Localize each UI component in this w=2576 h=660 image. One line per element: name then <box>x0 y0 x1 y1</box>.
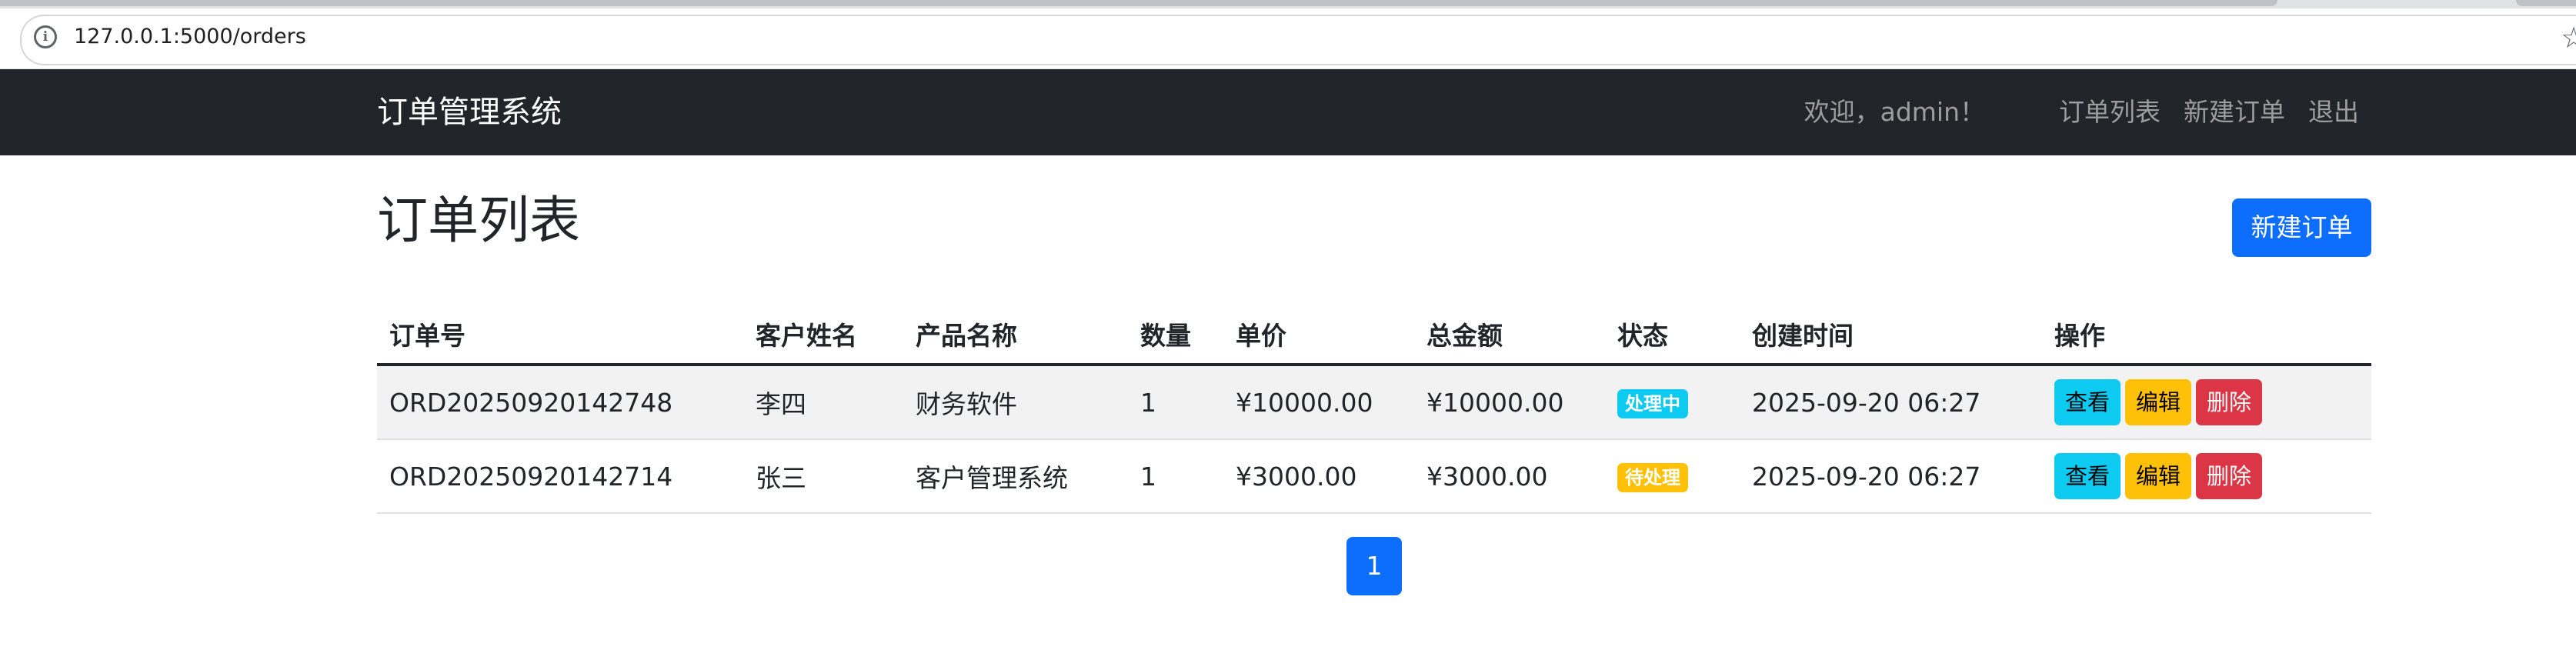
top-navbar: 订单管理系统 欢迎，admin！ 订单列表 新建订单 退出 <box>0 69 2576 155</box>
cell-quantity: 1 <box>1128 439 1223 514</box>
header-product: 产品名称 <box>903 305 1128 366</box>
cell-unit-price: ¥3000.00 <box>1223 439 1414 514</box>
edit-button[interactable]: 编辑 <box>2125 453 2192 499</box>
cell-order-no: ORD20250920142748 <box>377 365 743 440</box>
info-icon[interactable]: i <box>34 25 57 48</box>
browser-address-bar: i 127.0.0.1:5000/orders ☆ <box>0 8 2576 69</box>
nav-link-order-list[interactable]: 订单列表 <box>2059 94 2161 131</box>
header-quantity: 数量 <box>1128 305 1223 366</box>
delete-button[interactable]: 删除 <box>2196 379 2263 425</box>
header-actions: 操作 <box>2042 305 2371 366</box>
page-title: 订单列表 <box>377 191 580 250</box>
browser-tab-strip <box>0 0 2576 8</box>
orders-table: 订单号 客户姓名 产品名称 数量 单价 总金额 状态 创建时间 操作 ORD20… <box>377 305 2371 514</box>
cell-customer: 李四 <box>743 365 903 440</box>
tab-strip-bar <box>0 0 2277 6</box>
table-header-row: 订单号 客户姓名 产品名称 数量 单价 总金额 状态 创建时间 操作 <box>377 305 2371 366</box>
header-created: 创建时间 <box>1740 305 2042 366</box>
cell-total: ¥3000.00 <box>1414 439 1605 514</box>
status-badge: 待处理 <box>1617 463 1688 492</box>
cell-actions: 查看 编辑 删除 <box>2042 439 2371 514</box>
header-status: 状态 <box>1605 305 1740 366</box>
nav-link-new-order[interactable]: 新建订单 <box>2184 94 2285 131</box>
cell-created: 2025-09-20 06:27 <box>1740 439 2042 514</box>
bookmark-star-icon[interactable]: ☆ <box>2561 22 2576 53</box>
cell-total: ¥10000.00 <box>1414 365 1605 440</box>
navbar-brand[interactable]: 订单管理系统 <box>377 92 562 132</box>
view-button[interactable]: 查看 <box>2054 453 2121 499</box>
header-total: 总金额 <box>1414 305 1605 366</box>
welcome-text: 欢迎，admin！ <box>1804 97 1985 127</box>
cell-order-no: ORD20250920142714 <box>377 439 743 514</box>
cell-product: 客户管理系统 <box>903 439 1128 514</box>
view-button[interactable]: 查看 <box>2054 379 2121 425</box>
cell-unit-price: ¥10000.00 <box>1223 365 1414 440</box>
table-row: ORD20250920142748 李四 财务软件 1 ¥10000.00 ¥1… <box>377 365 2371 440</box>
pagination-page-1[interactable]: 1 <box>1346 537 1402 595</box>
cell-status: 处理中 <box>1605 365 1740 440</box>
cell-quantity: 1 <box>1128 365 1223 440</box>
nav-link-logout[interactable]: 退出 <box>2308 94 2359 131</box>
header-customer: 客户姓名 <box>743 305 903 366</box>
url-field[interactable] <box>20 15 2576 65</box>
status-badge: 处理中 <box>1617 389 1688 418</box>
cell-customer: 张三 <box>743 439 903 514</box>
delete-button[interactable]: 删除 <box>2196 453 2263 499</box>
tab-strip-bar-right <box>2516 0 2576 6</box>
new-order-button[interactable]: 新建订单 <box>2232 198 2371 257</box>
header-order-no: 订单号 <box>377 305 743 366</box>
navbar-right: 欢迎，admin！ 订单列表 新建订单 退出 <box>1804 94 2359 131</box>
cell-actions: 查看 编辑 删除 <box>2042 365 2371 440</box>
cell-created: 2025-09-20 06:27 <box>1740 365 2042 440</box>
cell-status: 待处理 <box>1605 439 1740 514</box>
url-text[interactable]: 127.0.0.1:5000/orders <box>74 24 306 50</box>
edit-button[interactable]: 编辑 <box>2125 379 2192 425</box>
table-row: ORD20250920142714 张三 客户管理系统 1 ¥3000.00 ¥… <box>377 439 2371 514</box>
header-unit-price: 单价 <box>1223 305 1414 366</box>
cell-product: 财务软件 <box>903 365 1128 440</box>
